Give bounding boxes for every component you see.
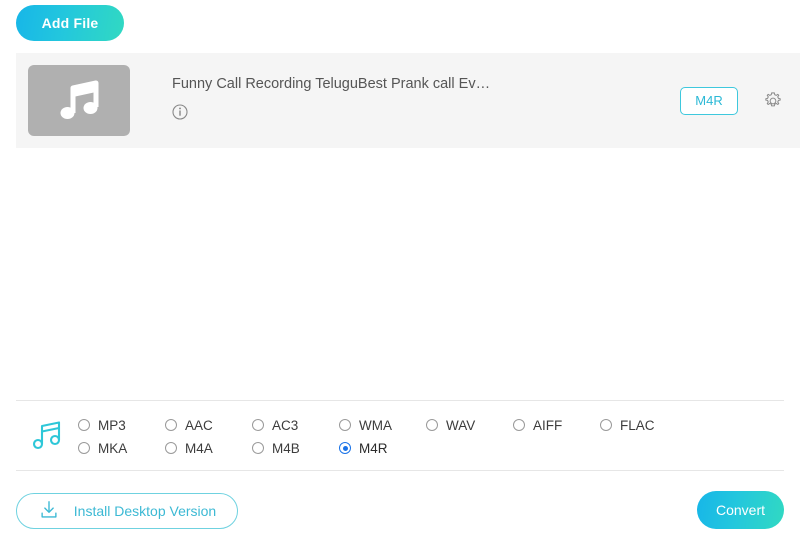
file-details: Funny Call Recording TeluguBest Prank ca…	[172, 76, 680, 125]
format-label: AC3	[272, 417, 299, 433]
format-label: AAC	[185, 417, 213, 433]
format-options-grid: MP3 AAC AC3 WMA WAV AIFF FLAC MKA M4A M4…	[78, 416, 687, 456]
format-option-aiff[interactable]: AIFF	[513, 418, 600, 433]
format-row-2: MKA M4A M4B M4R	[78, 441, 687, 456]
radio-ac3[interactable]	[252, 419, 264, 431]
install-button-label: Install Desktop Version	[73, 503, 217, 519]
radio-mka[interactable]	[78, 442, 90, 454]
format-label: WAV	[446, 417, 476, 433]
music-note-icon	[60, 80, 99, 119]
format-option-mp3[interactable]: MP3	[78, 418, 165, 433]
format-option-wma[interactable]: WMA	[339, 418, 426, 433]
format-label: FLAC	[620, 417, 655, 433]
add-file-button[interactable]: Add File	[16, 5, 124, 41]
format-label: AIFF	[533, 417, 563, 433]
format-label: M4R	[359, 440, 388, 456]
format-option-aac[interactable]: AAC	[165, 418, 252, 433]
music-note-icon	[32, 420, 61, 449]
file-title: Funny Call Recording TeluguBest Prank ca…	[172, 76, 491, 92]
format-option-m4r[interactable]: M4R	[339, 441, 426, 456]
output-format-badge[interactable]: M4R	[680, 86, 738, 115]
radio-m4r[interactable]	[339, 442, 351, 454]
audio-format-icon-wrap	[16, 420, 78, 452]
divider-below-formats	[16, 470, 784, 471]
format-label: MP3	[98, 417, 126, 433]
format-label: M4B	[272, 440, 300, 456]
audio-converter-app: Add File Funny Call Recording TeluguBest…	[0, 0, 800, 533]
format-option-wav[interactable]: WAV	[426, 418, 513, 433]
radio-flac[interactable]	[600, 419, 612, 431]
gear-icon	[765, 91, 781, 106]
radio-wav[interactable]	[426, 419, 438, 431]
radio-wma[interactable]	[339, 419, 351, 431]
file-list-item[interactable]: Funny Call Recording TeluguBest Prank ca…	[16, 53, 800, 148]
format-option-ac3[interactable]: AC3	[252, 418, 339, 433]
format-option-flac[interactable]: FLAC	[600, 418, 687, 433]
format-option-mka[interactable]: MKA	[78, 441, 165, 456]
format-label: M4A	[185, 440, 213, 456]
format-label: WMA	[359, 417, 392, 433]
radio-aac[interactable]	[165, 419, 177, 431]
format-option-m4a[interactable]: M4A	[165, 441, 252, 456]
convert-button[interactable]: Convert	[697, 491, 784, 529]
format-row-1: MP3 AAC AC3 WMA WAV AIFF FLAC	[78, 418, 687, 433]
settings-button[interactable]	[760, 88, 786, 114]
radio-m4a[interactable]	[165, 442, 177, 454]
radio-aiff[interactable]	[513, 419, 525, 431]
file-thumbnail	[28, 65, 130, 136]
radio-mp3[interactable]	[78, 419, 90, 431]
radio-m4b[interactable]	[252, 442, 264, 454]
format-label: MKA	[98, 440, 128, 456]
info-circle-icon[interactable]	[172, 104, 680, 125]
install-desktop-version-button[interactable]: Install Desktop Version	[16, 493, 238, 529]
format-selection-bar: MP3 AAC AC3 WMA WAV AIFF FLAC MKA M4A M4…	[16, 401, 784, 470]
format-option-m4b[interactable]: M4B	[252, 441, 339, 456]
download-icon	[38, 499, 60, 524]
